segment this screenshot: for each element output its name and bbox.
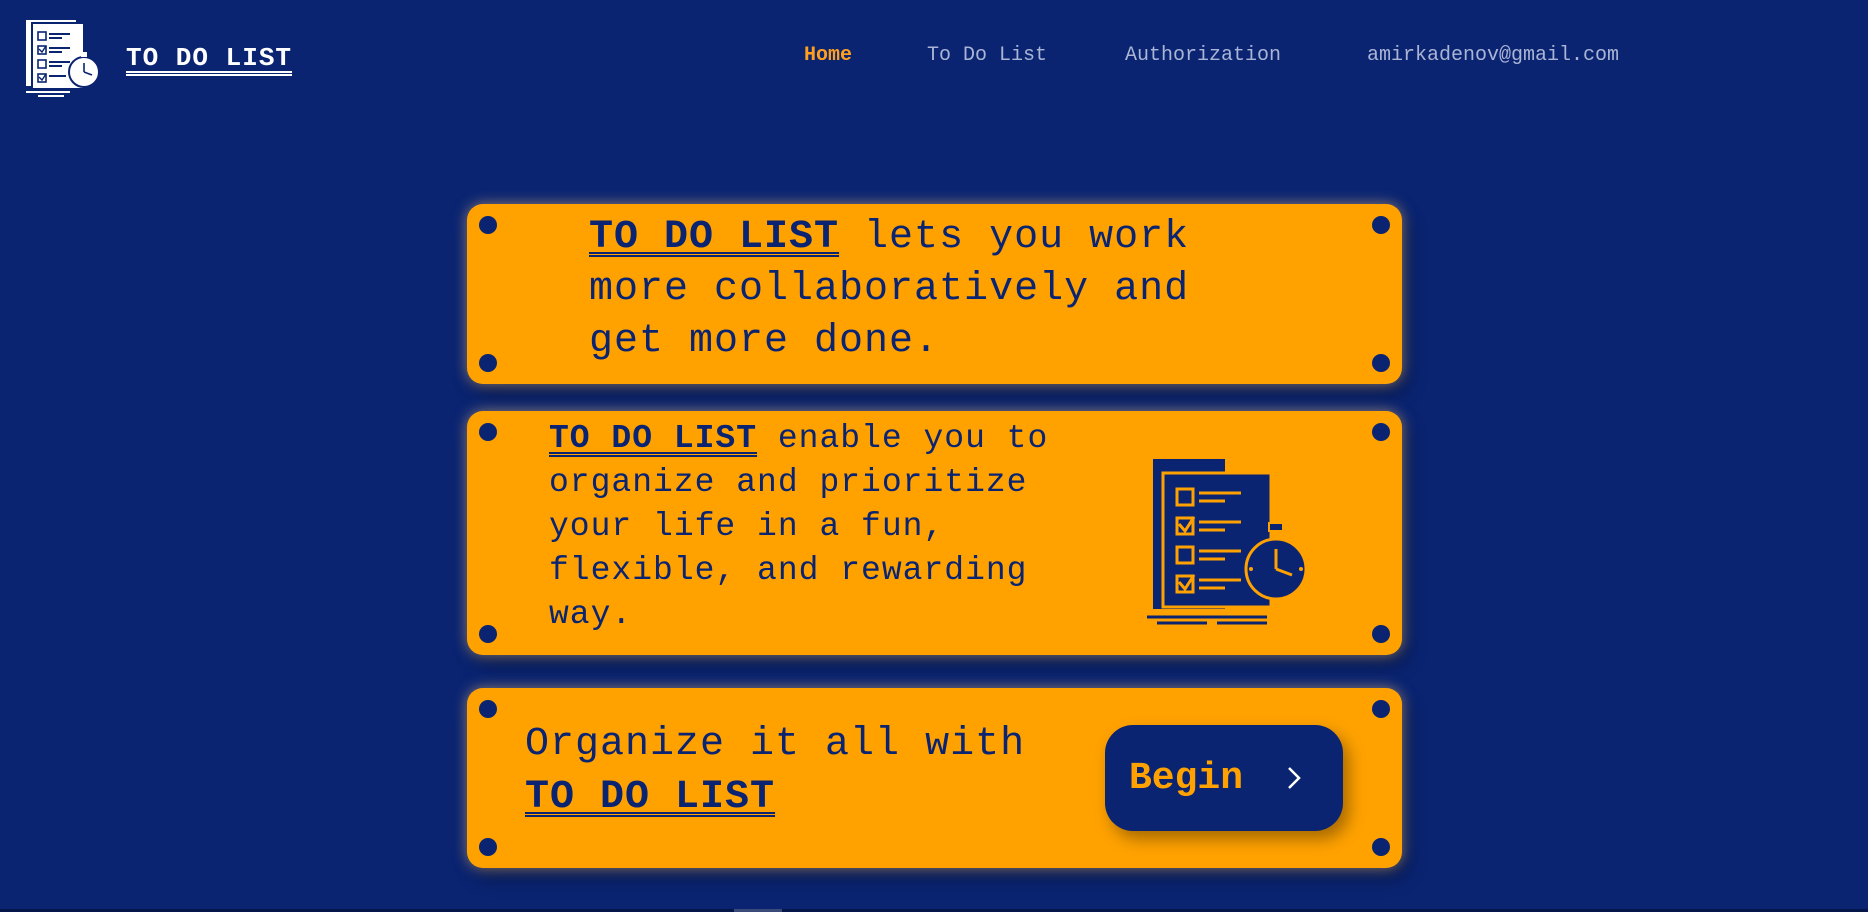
bolt-dot <box>1372 838 1390 856</box>
chevron-right-icon <box>1288 767 1301 789</box>
intro-text: TO DO LIST lets you work more collaborat… <box>589 212 1269 368</box>
feature-card: TO DO LIST enable you to organize and pr… <box>467 411 1402 655</box>
bolt-dot <box>479 625 497 643</box>
bolt-dot <box>479 700 497 718</box>
begin-button[interactable]: Begin <box>1105 725 1343 831</box>
nav-authorization[interactable]: Authorization <box>1125 44 1367 67</box>
brand-home-link[interactable]: TO DO LIST <box>24 18 292 98</box>
cta-body: Organize it all with <box>525 722 1026 767</box>
bolt-dot <box>1372 354 1390 372</box>
bolt-dot <box>1372 216 1390 234</box>
bolt-dot <box>1372 700 1390 718</box>
intro-card: TO DO LIST lets you work more collaborat… <box>467 204 1402 384</box>
checklist-stopwatch-icon <box>1147 459 1308 625</box>
bolt-dot <box>479 838 497 856</box>
nav-to-do-list[interactable]: To Do List <box>927 44 1125 67</box>
begin-button-label: Begin <box>1129 756 1244 800</box>
main-nav: Home To Do List Authorization amirkadeno… <box>804 44 1619 67</box>
nav-user-email[interactable]: amirkadenov@gmail.com <box>1367 44 1619 67</box>
nav-home[interactable]: Home <box>804 44 927 67</box>
bolt-dot <box>1372 423 1390 441</box>
brand-title: TO DO LIST <box>126 43 293 73</box>
bolt-dot <box>1372 625 1390 643</box>
bolt-dot <box>479 216 497 234</box>
bolt-dot <box>479 423 497 441</box>
cta-card: Organize it all with TO DO LIST Begin <box>467 688 1402 868</box>
brand-mention: TO DO LIST <box>589 215 840 260</box>
brand-mention: TO DO LIST <box>525 775 776 820</box>
checklist-stopwatch-icon <box>26 20 100 97</box>
feature-text: TO DO LIST enable you to organize and pr… <box>549 417 1109 637</box>
brand-mention: TO DO LIST <box>549 420 758 457</box>
bolt-dot <box>479 354 497 372</box>
cta-text: Organize it all with TO DO LIST <box>525 718 1065 824</box>
